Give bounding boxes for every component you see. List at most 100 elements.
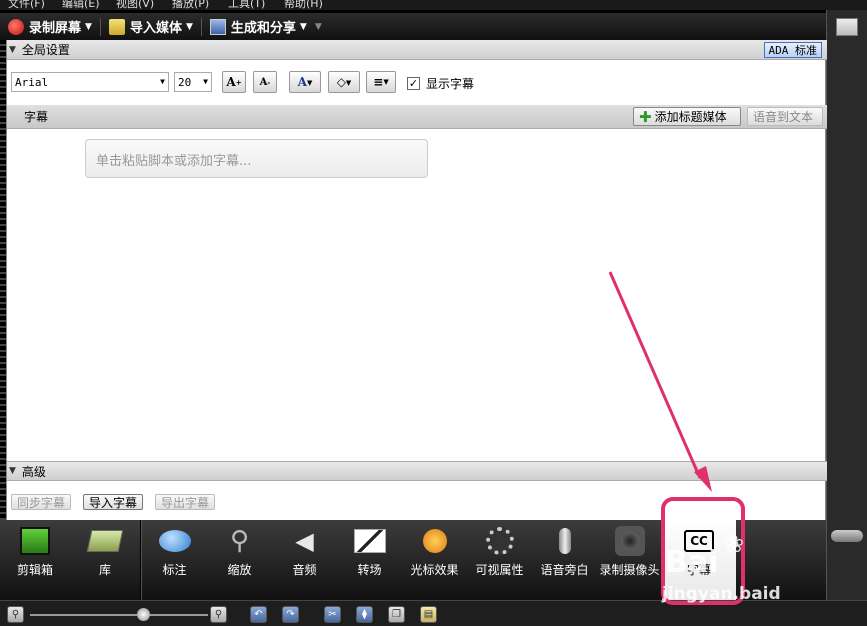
tab-transitions[interactable]: 转场	[337, 520, 402, 600]
toolbar-overflow-icon[interactable]: ▼	[315, 22, 322, 32]
menu-edit[interactable]: 编辑(E)	[62, 0, 100, 10]
decrease-font-button[interactable]: A-	[253, 71, 277, 93]
copy-icon[interactable]: ❐	[388, 606, 405, 623]
tab-audio[interactable]: ◀ 音频	[272, 520, 337, 600]
advanced-title: 高级	[21, 464, 46, 479]
tab-label: 光标效果	[410, 563, 459, 577]
tab-library[interactable]: 库	[70, 520, 140, 600]
menu-file[interactable]: 文件(F)	[8, 0, 45, 10]
tab-label: 标注	[162, 563, 187, 577]
global-settings-header[interactable]: ▼ 全局设置 ADA 标准	[7, 40, 827, 60]
audio-icon: ◀	[295, 527, 314, 555]
tab-label: 可视属性	[475, 563, 524, 577]
record-screen-button[interactable]: 录制屏幕 ▼	[8, 16, 92, 38]
tab-cursor-effects[interactable]: 光标效果	[402, 520, 467, 600]
sync-captions-button[interactable]: 同步字幕	[11, 494, 72, 510]
collapse-triangle-icon: ▼	[9, 466, 16, 476]
font-family-select[interactable]: Arial ▼	[11, 72, 169, 92]
menu-tools[interactable]: 工具(T)	[228, 0, 265, 10]
menu-help[interactable]: 帮助(H)	[284, 0, 323, 10]
import-media-label: 导入媒体	[129, 21, 182, 36]
tab-callouts[interactable]: 标注	[142, 520, 207, 600]
app-window: 文件(F) 编辑(E) 视图(V) 播放(P) 工具(T) 帮助(H) 录制屏幕…	[0, 0, 867, 626]
folder-icon	[108, 18, 125, 35]
caption-text-input[interactable]: 单击粘贴脚本或添加字幕...	[85, 139, 428, 178]
font-color-button[interactable]: A ▼	[289, 71, 321, 93]
paw-icon: ❀	[724, 530, 745, 558]
cursor-effects-icon	[419, 525, 451, 557]
chevron-down-icon: ▼	[299, 21, 307, 32]
collapse-triangle-icon: ▼	[9, 44, 16, 55]
chevron-down-icon: ▼	[85, 21, 92, 32]
add-caption-media-label: 添加标题媒体	[654, 110, 727, 124]
callout-icon	[158, 525, 191, 557]
voice-narration-icon	[549, 525, 581, 557]
side-slider[interactable]	[831, 530, 863, 542]
zoom-out-icon[interactable]: ⚲	[7, 606, 24, 623]
record-icon	[8, 18, 24, 35]
align-button[interactable]: ≡ ▼	[366, 71, 396, 93]
tab-label: 剪辑箱	[16, 563, 53, 577]
produce-icon	[209, 18, 226, 35]
tab-label: 缩放	[227, 563, 252, 577]
visual-properties-icon	[484, 525, 516, 557]
toolbar-divider	[200, 17, 202, 36]
produce-share-label: 生成和分享	[230, 21, 296, 36]
captions-title: 字幕	[24, 110, 49, 124]
tab-visual-properties[interactable]: 可视属性	[467, 520, 532, 600]
undo-icon[interactable]: ↶	[250, 606, 267, 623]
paste-icon[interactable]: ▤	[420, 606, 437, 623]
right-side-panel	[826, 10, 867, 600]
ada-compliance-button[interactable]: ADA 标准	[763, 42, 822, 58]
clip-bin-icon	[19, 525, 51, 557]
show-captions-label: 显示字幕	[426, 77, 475, 91]
global-settings-title: 全局设置	[21, 43, 70, 57]
zoom-icon: ⚲	[229, 526, 250, 556]
captions-header: 字幕 ✚ 添加标题媒体 语音到文本	[7, 105, 827, 129]
maximize-button[interactable]	[836, 18, 858, 36]
tab-label: 库	[98, 563, 111, 577]
fill-color-button[interactable]: ◇ ▼	[328, 71, 360, 93]
main-toolbar: 录制屏幕 ▼ 导入媒体 ▼ 生成和分享 ▼ ▼	[0, 13, 826, 40]
tab-label: 音频	[292, 563, 317, 577]
tab-label: 语音旁白	[540, 563, 589, 577]
tab-label: 录制摄像头	[599, 563, 660, 577]
watermark-logo: Bai	[665, 545, 719, 580]
redo-icon[interactable]: ↷	[282, 606, 299, 623]
produce-share-button[interactable]: 生成和分享 ▼	[209, 16, 307, 38]
font-size-value: 20	[178, 75, 192, 89]
chevron-down-icon: ▼	[185, 21, 193, 32]
font-family-value: Arial	[15, 75, 49, 89]
import-captions-button[interactable]: 导入字幕	[83, 494, 144, 510]
camera-icon	[614, 525, 646, 557]
chevron-down-icon: ▼	[160, 77, 165, 86]
menubar: 文件(F) 编辑(E) 视图(V) 播放(P) 工具(T) 帮助(H)	[0, 0, 867, 10]
tab-zoom[interactable]: ⚲ 缩放	[207, 520, 272, 600]
show-captions-checkbox[interactable]: ✓	[407, 77, 420, 90]
font-size-select[interactable]: 20 ▼	[174, 72, 212, 92]
watermark-url: jingyan.baid	[662, 584, 781, 604]
zoom-slider-knob[interactable]	[137, 608, 151, 621]
menu-play[interactable]: 播放(P)	[172, 0, 209, 10]
cut-icon[interactable]: ✂	[324, 606, 341, 623]
font-settings-row: Arial ▼ 20 ▼ A + A- A ▼ ◇ ▼ ≡ ▼ ✓ 显示字幕	[7, 68, 827, 98]
export-captions-button[interactable]: 导出字幕	[155, 494, 216, 510]
increase-font-button[interactable]: A +	[222, 71, 246, 93]
tab-clip-bin[interactable]: 剪辑箱	[0, 520, 70, 600]
zoom-slider-track[interactable]	[30, 614, 208, 616]
advanced-header[interactable]: ▼ 高级	[7, 461, 827, 481]
transition-icon	[353, 525, 386, 557]
zoom-in-icon[interactable]: ⚲	[210, 606, 227, 623]
record-screen-label: 录制屏幕	[29, 21, 82, 36]
add-caption-media-button[interactable]: ✚ 添加标题媒体	[633, 107, 741, 126]
menu-view[interactable]: 视图(V)	[116, 0, 154, 10]
speech-to-text-button[interactable]: 语音到文本	[747, 107, 823, 126]
tab-voice-narration[interactable]: 语音旁白	[532, 520, 597, 600]
split-icon[interactable]: ⧫	[356, 606, 373, 623]
library-icon	[86, 525, 124, 557]
tab-camera[interactable]: 录制摄像头	[597, 520, 662, 600]
toolbar-divider	[99, 17, 101, 36]
caption-panel: ▼ 全局设置 ADA 标准 Arial ▼ 20 ▼ A + A- A ▼ ◇ ▼ ≡…	[6, 40, 827, 520]
import-media-button[interactable]: 导入媒体 ▼	[108, 16, 193, 38]
chevron-down-icon: ▼	[203, 77, 208, 86]
